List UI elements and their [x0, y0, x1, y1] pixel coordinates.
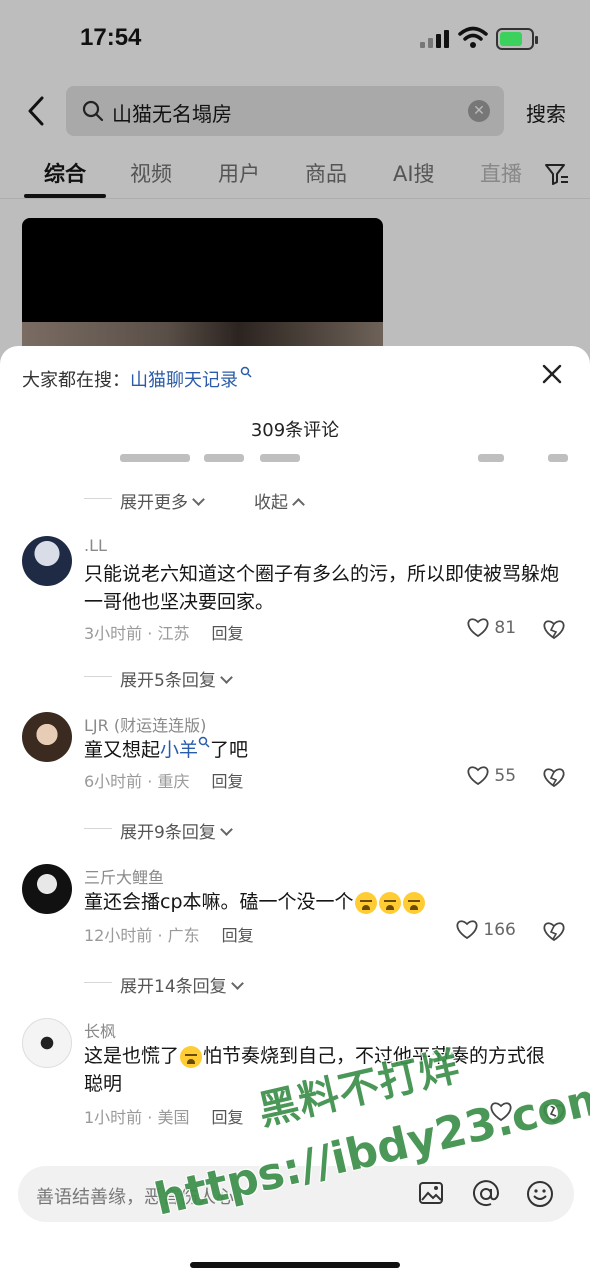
- tab-video[interactable]: 视频: [130, 158, 172, 188]
- tab-products[interactable]: 商品: [305, 158, 347, 188]
- back-arrow-icon[interactable]: [22, 96, 52, 126]
- comment-username[interactable]: LJR (财运连连版): [84, 712, 206, 736]
- collapse-button[interactable]: 收起: [254, 488, 305, 513]
- like-count: 81: [494, 618, 517, 638]
- comment-count: 309条评论: [250, 420, 340, 441]
- image-icon[interactable]: [418, 1180, 444, 1206]
- like-button[interactable]: 166: [456, 920, 516, 940]
- search-icon: [240, 366, 252, 378]
- reply-button[interactable]: 回复: [211, 1108, 243, 1127]
- reply-button[interactable]: 回复: [211, 772, 243, 791]
- result-tabs: 综合 视频 用户 商品 AI搜 直播: [0, 150, 590, 198]
- avatar[interactable]: [22, 712, 72, 762]
- expand-divider: [84, 498, 112, 499]
- laughing-emoji-icon: [180, 1045, 203, 1068]
- hot-search-bar: 大家都在搜：山猫聊天记录: [22, 366, 252, 392]
- comment-text: 童还会播cp本嘛。磕一个没一个: [84, 888, 564, 916]
- tab-users[interactable]: 用户: [218, 158, 260, 188]
- comment-meta: 1小时前 · 美国 回复: [84, 1108, 244, 1127]
- comment-text: 只能说老六知道这个圈子有多么的污，所以即使被骂躲炮一哥他也坚决要回家。: [84, 563, 560, 613]
- mention-icon[interactable]: [472, 1180, 500, 1208]
- hot-search-link[interactable]: 山猫聊天记录: [130, 370, 238, 391]
- comment-meta: 12小时前 · 广东 回复: [84, 926, 254, 945]
- expand-replies-button[interactable]: 展开14条回复: [120, 972, 244, 997]
- status-time: 17:54: [80, 24, 142, 51]
- expand-replies-button[interactable]: 展开5条回复: [120, 666, 233, 691]
- reply-button[interactable]: 回复: [222, 926, 254, 945]
- avatar[interactable]: [22, 1018, 72, 1068]
- reply-button[interactable]: 回复: [211, 624, 243, 643]
- comment-meta: 3小时前 · 江苏 回复: [84, 624, 244, 643]
- heart-icon: [467, 618, 489, 638]
- search-icon: [198, 736, 210, 748]
- dislike-icon[interactable]: [542, 620, 566, 640]
- signal-icon: [420, 30, 450, 48]
- video-thumbnail[interactable]: [22, 218, 383, 358]
- avatar[interactable]: [22, 864, 72, 914]
- tab-ai-search[interactable]: AI搜: [393, 158, 435, 188]
- clear-icon[interactable]: ✕: [468, 100, 490, 122]
- like-count: 55: [494, 766, 517, 786]
- search-button[interactable]: 搜索: [526, 98, 566, 127]
- crying-emoji-icon: [354, 891, 377, 914]
- search-row: 山猫无名塌房 ✕ 搜索: [0, 86, 590, 138]
- search-input[interactable]: 山猫无名塌房 ✕: [66, 86, 504, 136]
- battery-icon: [496, 28, 538, 50]
- hot-search-prefix: 大家都在搜：: [22, 370, 130, 391]
- expand-divider: [84, 982, 112, 983]
- tab-live[interactable]: 直播: [480, 158, 522, 188]
- tab-all[interactable]: 综合: [44, 158, 86, 188]
- status-bar: 17:54: [0, 0, 590, 80]
- wifi-icon: [458, 26, 488, 48]
- like-button[interactable]: 81: [467, 618, 516, 638]
- heart-icon: [456, 920, 478, 940]
- comment-link[interactable]: 小羊: [160, 739, 198, 761]
- avatar[interactable]: [22, 536, 72, 586]
- comment-username[interactable]: .LL: [84, 536, 107, 555]
- emoji-icon[interactable]: [526, 1180, 554, 1208]
- dislike-icon[interactable]: [542, 922, 566, 942]
- heart-icon: [467, 766, 489, 786]
- comment-meta: 6小时前 · 重庆 回复: [84, 772, 244, 791]
- expand-more-button[interactable]: 展开更多: [120, 488, 205, 513]
- comment-text: 童又想起小羊 了吧: [84, 736, 564, 764]
- crying-emoji-icon: [378, 891, 401, 914]
- search-icon: [82, 100, 104, 122]
- expand-divider: [84, 828, 112, 829]
- dislike-icon[interactable]: [542, 768, 566, 788]
- search-query: 山猫无名塌房: [112, 102, 232, 126]
- home-indicator: [190, 1262, 400, 1268]
- comment-username[interactable]: 三斤大鲤鱼: [84, 864, 164, 888]
- like-button[interactable]: 55: [467, 766, 516, 786]
- close-icon[interactable]: [540, 362, 564, 386]
- like-count: 166: [483, 920, 516, 940]
- expand-divider: [84, 676, 112, 677]
- crying-emoji-icon: [402, 891, 425, 914]
- comment-username[interactable]: 长枫: [84, 1018, 116, 1042]
- cut-off-meta-row: [120, 446, 580, 464]
- expand-replies-button[interactable]: 展开9条回复: [120, 818, 233, 843]
- tabs-divider: [0, 198, 590, 199]
- filter-icon[interactable]: [544, 162, 570, 186]
